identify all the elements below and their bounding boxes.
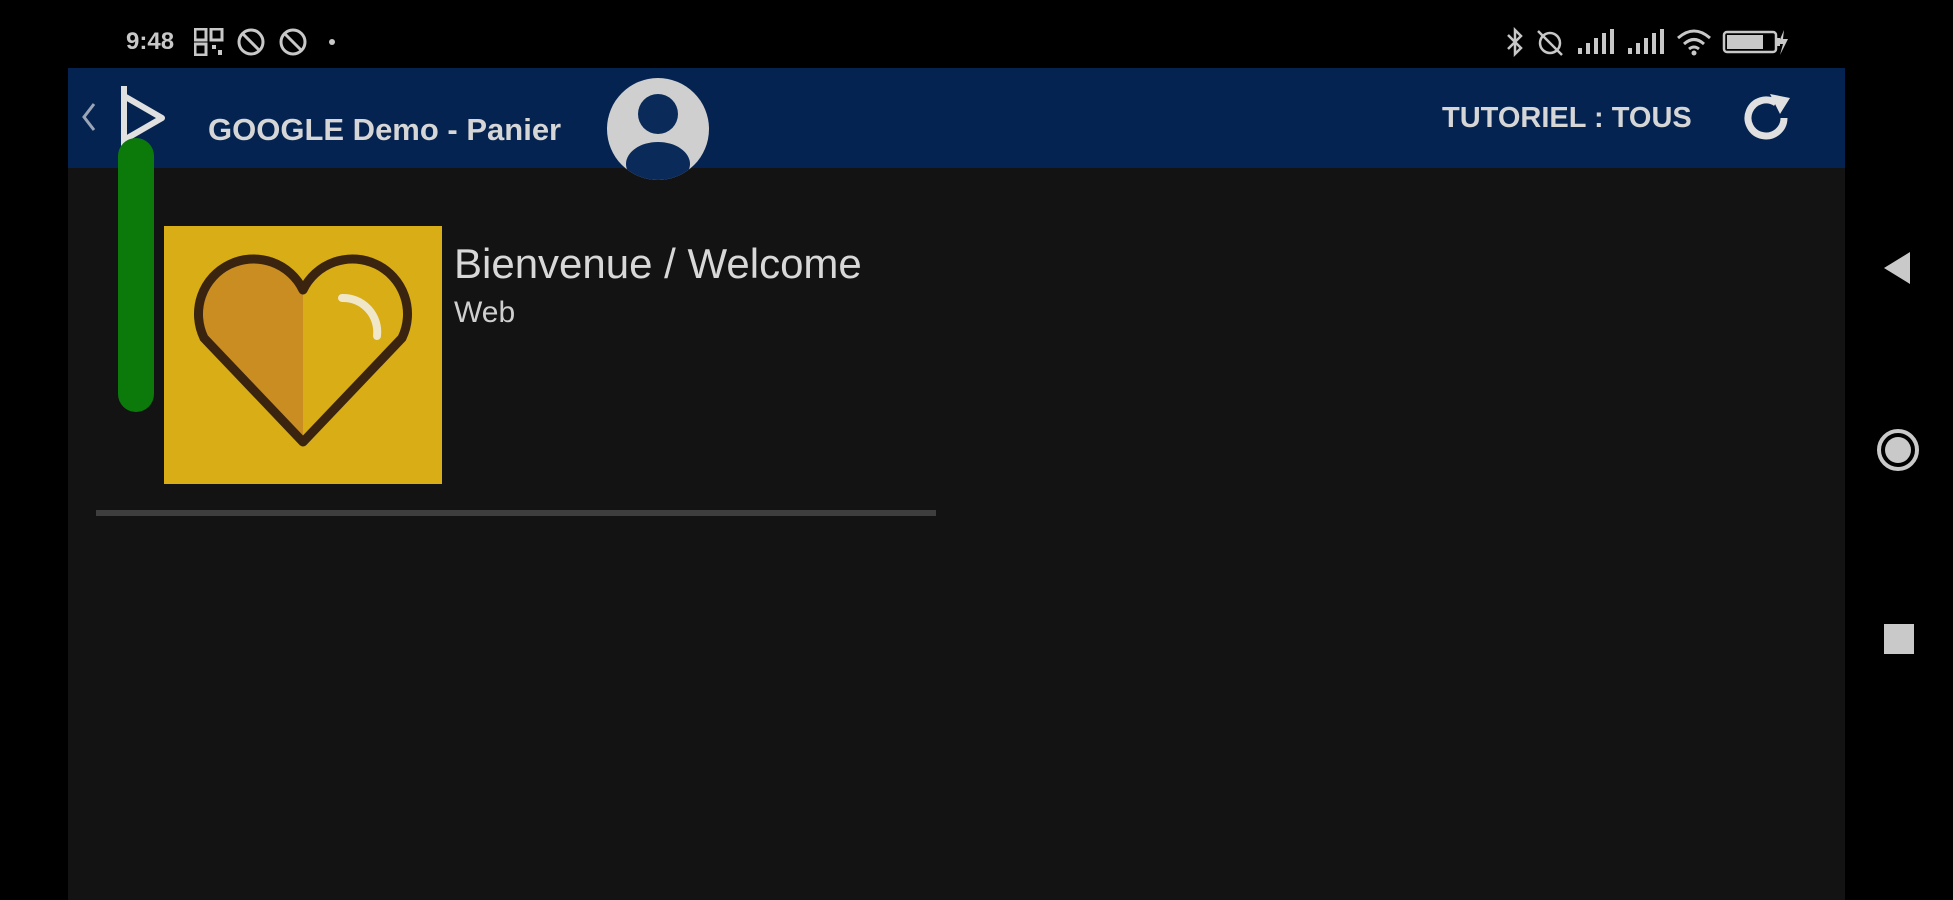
home-circle-icon[interactable] <box>1876 428 1920 472</box>
signal-icon <box>1578 29 1614 54</box>
blocked-notification-icon <box>237 28 265 56</box>
recents-square-icon[interactable] <box>1884 624 1914 654</box>
list-divider <box>96 510 936 516</box>
back-chevron-icon[interactable] <box>74 92 102 142</box>
heart-icon <box>193 254 413 447</box>
status-time: 9:48 <box>126 28 175 55</box>
bluetooth-icon <box>1507 27 1523 57</box>
signal-icon <box>1628 29 1664 54</box>
qr-code-icon <box>194 28 224 56</box>
app-title: GOOGLE Demo - Panier <box>208 112 562 147</box>
alarm-off-icon <box>1537 30 1563 56</box>
blocked-notification-icon <box>279 28 307 56</box>
back-triangle-icon[interactable] <box>1880 248 1916 288</box>
wifi-icon <box>1677 29 1711 56</box>
list-item-subtitle: Web <box>454 296 516 329</box>
status-bar: 9:48 <box>0 0 1953 68</box>
dot-icon <box>329 39 335 45</box>
user-icon <box>626 94 690 180</box>
refresh-icon[interactable] <box>1736 88 1796 148</box>
app-screen: GOOGLE Demo - Panier TUTORIEL : TOUS Bie… <box>68 68 1845 900</box>
item-thumbnail[interactable] <box>164 226 442 484</box>
status-icons-right <box>1506 24 1788 60</box>
status-stripe <box>118 138 154 412</box>
list-item-title[interactable]: Bienvenue / Welcome <box>454 240 862 288</box>
battery-charging-icon <box>1722 30 1788 55</box>
avatar[interactable] <box>607 78 709 180</box>
tutorial-filter-button[interactable]: TUTORIEL : TOUS <box>1442 102 1692 135</box>
app-bar: GOOGLE Demo - Panier TUTORIEL : TOUS <box>68 68 1845 180</box>
status-icons-left <box>194 26 340 58</box>
